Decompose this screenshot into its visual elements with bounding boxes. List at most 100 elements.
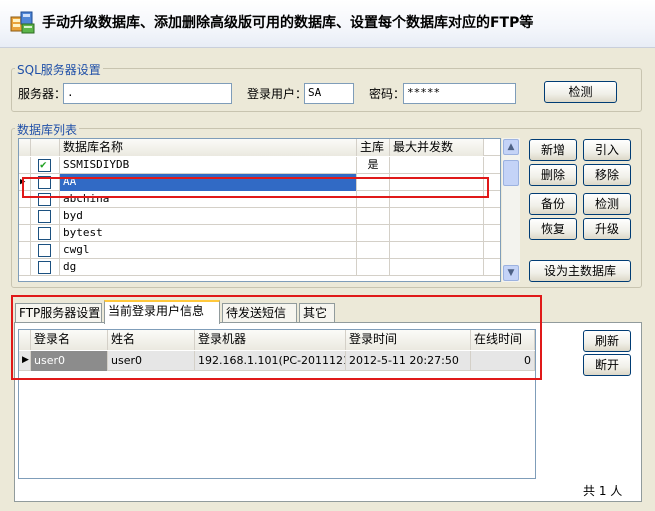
col-main[interactable]: 主库 <box>357 139 390 156</box>
db-main-cell[interactable] <box>357 191 390 208</box>
db-main-cell[interactable]: 是 <box>357 157 390 174</box>
db-name-cell[interactable]: cwgl <box>60 242 357 259</box>
db-max-cell[interactable] <box>390 191 484 208</box>
server-label: 服务器： <box>18 87 67 101</box>
col-machine[interactable]: 登录机器 <box>195 330 346 350</box>
db-main-cell[interactable] <box>357 225 390 242</box>
table-row[interactable]: cwgl <box>19 242 500 259</box>
server-input[interactable]: . <box>63 83 232 104</box>
row-checkbox[interactable] <box>38 244 51 257</box>
grid-header-row: 数据库名称 主库 最大并发数 <box>19 139 500 156</box>
col-name[interactable]: 姓名 <box>108 330 195 350</box>
restore-db-button[interactable]: 恢复 <box>529 218 577 240</box>
table-row[interactable]: SSMISDIYDB是 <box>19 157 500 174</box>
db-name-cell[interactable]: byd <box>60 208 357 225</box>
table-row[interactable]: ▶ user0 user0 192.168.1.101(PC-20111213 … <box>19 351 535 371</box>
user-input[interactable]: SA <box>304 83 354 104</box>
header-bar: 手动升级数据库、添加删除高级版可用的数据库、设置每个数据库对应的FTP等 <box>0 0 655 48</box>
row-checkbox[interactable] <box>38 176 51 189</box>
table-row[interactable]: abchina <box>19 191 500 208</box>
table-row[interactable]: ▶ AA <box>19 174 500 191</box>
set-main-db-button[interactable]: 设为主数据库 <box>529 260 631 282</box>
db-name-cell[interactable]: dg <box>60 259 357 276</box>
user-machine-cell[interactable]: 192.168.1.101(PC-20111213 <box>195 351 346 371</box>
db-main-cell[interactable] <box>357 242 390 259</box>
row-checkbox[interactable] <box>38 193 51 206</box>
db-main-cell[interactable] <box>357 208 390 225</box>
page-title: 手动升级数据库、添加删除高级版可用的数据库、设置每个数据库对应的FTP等 <box>42 15 534 31</box>
db-max-cell[interactable] <box>390 242 484 259</box>
upgrade-db-button[interactable]: 升级 <box>583 218 631 240</box>
col-login-name[interactable]: 登录名 <box>31 330 108 350</box>
user-grid[interactable]: 登录名 姓名 登录机器 登录时间 在线时间 ▶ user0 user0 192.… <box>18 329 536 479</box>
delete-db-button[interactable]: 删除 <box>529 164 577 186</box>
user-grid-header: 登录名 姓名 登录机器 登录时间 在线时间 <box>19 330 535 350</box>
db-grid-scrollbar[interactable]: ▲ ▼ <box>502 138 520 282</box>
col-db-name[interactable]: 数据库名称 <box>60 139 357 156</box>
remove-db-button[interactable]: 移除 <box>583 164 631 186</box>
col-online-time[interactable]: 在线时间 <box>471 330 535 350</box>
db-max-cell[interactable] <box>390 259 484 276</box>
row-checkbox-cell[interactable] <box>31 259 60 276</box>
scroll-down-icon[interactable]: ▼ <box>503 265 519 281</box>
tab-current-users[interactable]: 当前登录用户信息 <box>104 300 220 324</box>
database-upgrade-icon <box>10 11 35 34</box>
row-checkbox[interactable] <box>38 210 51 223</box>
row-checkbox-cell[interactable] <box>31 191 60 208</box>
row-indicator <box>19 191 31 208</box>
user-online-cell[interactable]: 0 <box>471 351 535 371</box>
user-time-cell[interactable]: 2012-5-11 20:27:50 <box>346 351 471 371</box>
tab-pending-sms[interactable]: 待发送短信 <box>222 303 297 323</box>
row-checkbox-cell[interactable] <box>31 242 60 259</box>
row-checkbox[interactable] <box>38 157 51 173</box>
col-login-time[interactable]: 登录时间 <box>346 330 471 350</box>
user-label: 登录用户： <box>247 87 308 101</box>
row-indicator <box>19 242 31 259</box>
db-name-cell[interactable]: AA <box>60 174 357 191</box>
check-server-button[interactable]: 检测 <box>544 81 617 103</box>
table-row[interactable]: bytest <box>19 225 500 242</box>
db-list-group-title: 数据库列表 <box>15 121 80 138</box>
check-db-button[interactable]: 检测 <box>583 193 631 215</box>
row-checkbox-cell[interactable] <box>31 174 60 191</box>
tab-ftp-server[interactable]: FTP服务器设置 <box>15 303 102 323</box>
db-max-cell[interactable] <box>390 157 484 174</box>
user-login-cell[interactable]: user0 <box>31 351 108 371</box>
table-row[interactable]: byd <box>19 208 500 225</box>
backup-db-button[interactable]: 备份 <box>529 193 577 215</box>
tab-other[interactable]: 其它 <box>299 303 335 323</box>
user-count: 共 1 人 <box>583 484 623 498</box>
row-indicator <box>19 259 31 276</box>
user-name-cell[interactable]: user0 <box>108 351 195 371</box>
row-checkbox-cell[interactable] <box>31 225 60 242</box>
db-max-cell[interactable] <box>390 225 484 242</box>
row-indicator <box>19 157 31 174</box>
row-checkbox[interactable] <box>38 227 51 240</box>
row-indicator <box>19 225 31 242</box>
scroll-up-icon[interactable]: ▲ <box>503 139 519 155</box>
db-name-cell[interactable]: abchina <box>60 191 357 208</box>
db-max-cell[interactable] <box>390 208 484 225</box>
scroll-thumb[interactable] <box>503 160 519 186</box>
db-name-cell[interactable]: SSMISDIYDB <box>60 157 357 174</box>
row-checkbox-cell[interactable] <box>31 157 60 174</box>
table-row[interactable]: dg <box>19 259 500 276</box>
row-pointer-icon: ▶ <box>19 351 31 371</box>
row-indicator <box>19 208 31 225</box>
row-pointer-icon: ▶ <box>19 174 31 191</box>
db-max-cell[interactable] <box>390 174 484 191</box>
col-max-concurrent[interactable]: 最大并发数 <box>390 139 484 156</box>
row-checkbox-cell[interactable] <box>31 208 60 225</box>
sql-server-group-title: SQL服务器设置 <box>15 61 103 78</box>
password-input[interactable]: ***** <box>403 83 516 104</box>
password-label: 密码： <box>369 87 406 101</box>
db-main-cell[interactable] <box>357 259 390 276</box>
row-checkbox[interactable] <box>38 261 51 274</box>
database-grid[interactable]: 数据库名称 主库 最大并发数 SSMISDIYDB是▶AAabchinabydb… <box>18 138 501 282</box>
disconnect-button[interactable]: 断开 <box>583 354 631 376</box>
add-db-button[interactable]: 新增 <box>529 139 577 161</box>
refresh-button[interactable]: 刷新 <box>583 330 631 352</box>
import-db-button[interactable]: 引入 <box>583 139 631 161</box>
db-name-cell[interactable]: bytest <box>60 225 357 242</box>
db-main-cell[interactable] <box>357 174 390 191</box>
